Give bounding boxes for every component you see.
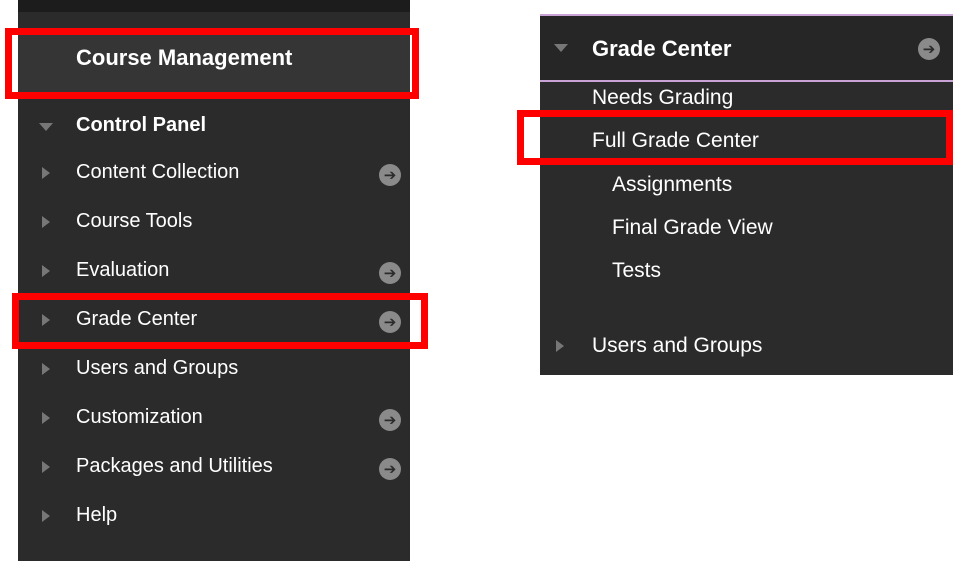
caret-right-icon bbox=[42, 461, 50, 473]
sidebar-item-label: Course Tools bbox=[76, 210, 193, 232]
sidebar-item-label: Users and Groups bbox=[76, 357, 239, 379]
arrow-circle-icon[interactable]: ➔ bbox=[379, 262, 401, 284]
grade-center-submenu: Grade Center ➔ Needs Grading Full Grade … bbox=[540, 14, 953, 375]
sidebar-item-users-and-groups[interactable]: Users and Groups bbox=[18, 353, 410, 387]
caret-right-icon bbox=[42, 510, 50, 522]
caret-right-icon bbox=[556, 340, 564, 352]
sidebar-top-strip bbox=[18, 0, 410, 12]
control-panel-row[interactable]: Control Panel bbox=[18, 110, 410, 144]
grade-center-title: Grade Center bbox=[592, 36, 732, 61]
sidebar-item-label: Evaluation bbox=[76, 259, 170, 281]
sidebar-item-customization[interactable]: Customization ➔ bbox=[18, 402, 410, 436]
sidebar-item-label: Content Collection bbox=[76, 161, 240, 183]
submenu-item-users-and-groups[interactable]: Users and Groups bbox=[592, 334, 762, 358]
arrow-circle-icon[interactable]: ➔ bbox=[379, 458, 401, 480]
sidebar-item-course-tools[interactable]: Course Tools bbox=[18, 206, 410, 240]
highlight-course-management bbox=[5, 28, 419, 99]
sidebar-item-packages-and-utilities[interactable]: Packages and Utilities ➔ bbox=[18, 451, 410, 485]
submenu-item-final-grade-view[interactable]: Final Grade View bbox=[612, 216, 773, 240]
sidebar-item-help[interactable]: Help bbox=[18, 500, 410, 534]
submenu-item-assignments[interactable]: Assignments bbox=[612, 173, 732, 197]
caret-right-icon bbox=[42, 216, 50, 228]
caret-down-icon bbox=[39, 123, 53, 131]
submenu-item-needs-grading[interactable]: Needs Grading bbox=[592, 86, 733, 110]
caret-right-icon bbox=[42, 363, 50, 375]
sidebar-item-evaluation[interactable]: Evaluation ➔ bbox=[18, 255, 410, 289]
highlight-grade-center bbox=[12, 293, 428, 349]
caret-right-icon bbox=[42, 167, 50, 179]
sidebar-item-content-collection[interactable]: Content Collection ➔ bbox=[18, 157, 410, 191]
caret-down-icon bbox=[554, 44, 568, 52]
arrow-circle-icon[interactable]: ➔ bbox=[918, 38, 940, 60]
caret-right-icon bbox=[42, 412, 50, 424]
caret-right-icon bbox=[42, 265, 50, 277]
control-panel-label: Control Panel bbox=[76, 114, 207, 136]
grade-center-header[interactable]: Grade Center ➔ bbox=[540, 14, 953, 82]
arrow-circle-icon[interactable]: ➔ bbox=[379, 409, 401, 431]
highlight-full-grade-center bbox=[517, 110, 953, 165]
sidebar-item-label: Customization bbox=[76, 406, 203, 428]
sidebar-item-label: Help bbox=[76, 504, 118, 526]
arrow-circle-icon[interactable]: ➔ bbox=[379, 164, 401, 186]
sidebar-item-label: Packages and Utilities bbox=[76, 455, 273, 477]
submenu-item-tests[interactable]: Tests bbox=[612, 259, 661, 283]
